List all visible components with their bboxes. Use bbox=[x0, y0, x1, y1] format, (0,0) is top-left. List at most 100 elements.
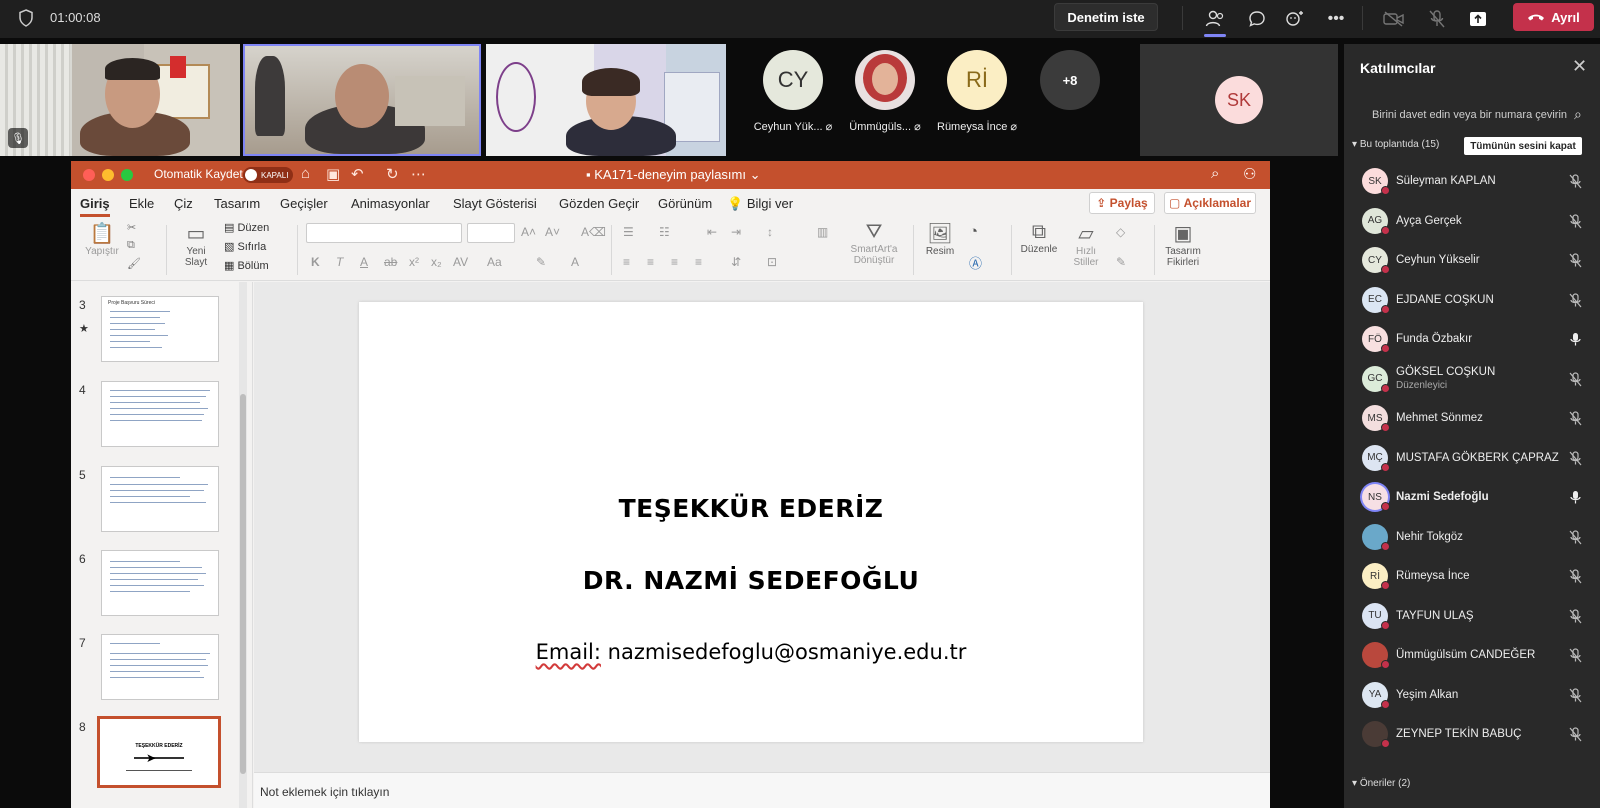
tell-me[interactable]: 💡 Bilgi ver bbox=[727, 196, 793, 212]
tab-draw[interactable]: Çiz bbox=[174, 196, 193, 211]
picture-button[interactable]: 🖼 Resim bbox=[920, 221, 960, 257]
layout-button[interactable]: ▤ Düzen bbox=[224, 221, 269, 234]
undo-icon[interactable]: ↶ bbox=[351, 165, 364, 183]
numbering-icon[interactable]: ☷ bbox=[659, 225, 670, 239]
mic-off-icon[interactable] bbox=[1569, 213, 1582, 232]
mute-all-button[interactable]: Tümünün sesini kapat bbox=[1464, 137, 1582, 155]
participant-row[interactable]: Rİ Rümeysa İnce bbox=[1344, 557, 1600, 597]
participant-row[interactable]: ZEYNEP TEKİN BABUÇ bbox=[1344, 715, 1600, 755]
italic-icon[interactable]: T bbox=[336, 255, 343, 269]
slide-thumbnail[interactable]: 7 bbox=[71, 634, 253, 704]
line-spacing-icon[interactable]: ↕ bbox=[767, 225, 773, 239]
superscript-icon[interactable]: x² bbox=[409, 255, 419, 269]
participant-row[interactable]: AG Ayça Gerçek bbox=[1344, 202, 1600, 242]
request-control-button[interactable]: Denetim iste bbox=[1054, 3, 1158, 31]
reset-button[interactable]: ▧ Sıfırla bbox=[224, 240, 266, 253]
font-family-select[interactable] bbox=[306, 223, 462, 243]
window-zoom-button[interactable] bbox=[121, 169, 133, 181]
search-icon[interactable]: ⌕ bbox=[1211, 165, 1219, 182]
bullets-icon[interactable]: ☰ bbox=[623, 225, 634, 239]
share-button[interactable]: ⇪ Paylaş bbox=[1089, 192, 1155, 214]
increase-indent-icon[interactable]: ⇥ bbox=[731, 225, 741, 239]
redo-icon[interactable]: ↻ bbox=[386, 165, 399, 183]
current-slide[interactable]: TEŞEKKÜR EDERİZ DR. NAZMİ SEDEFOĞLU Emai… bbox=[359, 302, 1143, 742]
people-icon[interactable] bbox=[1202, 6, 1228, 37]
more-icon[interactable]: ••• bbox=[1323, 6, 1349, 32]
shape-outline-icon[interactable]: ✎ bbox=[1116, 255, 1126, 269]
participant-tile[interactable]: CY Ceyhun Yük... ⌀ bbox=[748, 50, 838, 133]
chat-icon[interactable] bbox=[1244, 6, 1270, 32]
participant-row[interactable]: YA Yeşim Alkan bbox=[1344, 676, 1600, 716]
increase-font-icon[interactable]: A˄ bbox=[521, 225, 536, 239]
quick-styles-button[interactable]: ▱ Hızlı Stiller bbox=[1066, 221, 1106, 268]
tab-slideshow[interactable]: Slayt Gösterisi bbox=[453, 196, 537, 211]
copy-icon[interactable]: ⧉ bbox=[127, 239, 135, 252]
share-icon[interactable] bbox=[1465, 6, 1491, 32]
window-close-button[interactable] bbox=[83, 169, 95, 181]
mic-off-icon[interactable] bbox=[1424, 6, 1450, 32]
video-tile-active-speaker[interactable] bbox=[243, 44, 481, 156]
participant-row[interactable]: MÇ MUSTAFA GÖKBERK ÇAPRAZ bbox=[1344, 439, 1600, 479]
slide-thumbnail[interactable]: 5 bbox=[71, 466, 253, 536]
mic-on-icon[interactable] bbox=[1569, 490, 1582, 508]
mic-off-icon[interactable] bbox=[1569, 450, 1582, 469]
smartart-button[interactable]: ⛛ SmartArt'a Dönüştür bbox=[841, 221, 907, 266]
textbox-icon[interactable]: Ⓐ bbox=[969, 253, 982, 272]
scrollbar-thumb[interactable] bbox=[240, 394, 246, 774]
search-icon[interactable]: ⌕ bbox=[1574, 106, 1582, 123]
new-slide-button[interactable]: ▭ Yeni Slayt bbox=[174, 221, 218, 268]
designer-button[interactable]: ▣ Tasarım Fikirleri bbox=[1159, 221, 1207, 268]
tab-insert[interactable]: Ekle bbox=[129, 196, 154, 211]
mic-off-icon[interactable] bbox=[1569, 411, 1582, 429]
invite-search-input[interactable]: Birini davet edin veya bir numara çeviri… bbox=[1372, 109, 1567, 121]
participant-row[interactable]: SK Süleyman KAPLAN bbox=[1344, 162, 1600, 202]
columns-icon[interactable]: ▥ bbox=[817, 225, 828, 239]
slide-thumbnail[interactable]: 6 bbox=[71, 550, 253, 620]
align-right-icon[interactable]: ≡ bbox=[671, 255, 678, 269]
save-icon[interactable]: ▣ bbox=[326, 165, 340, 183]
tab-design[interactable]: Tasarım bbox=[214, 196, 260, 211]
autosave-toggle[interactable]: KAPALI bbox=[243, 167, 293, 183]
decrease-indent-icon[interactable]: ⇤ bbox=[707, 225, 717, 239]
camera-off-icon[interactable] bbox=[1381, 6, 1407, 32]
participant-row[interactable]: FÖ Funda Özbakır bbox=[1344, 320, 1600, 360]
mic-off-icon[interactable] bbox=[1569, 608, 1582, 627]
more-participants-tile[interactable]: +8 bbox=[1025, 50, 1115, 110]
shape-fill-icon[interactable]: ◇ bbox=[1116, 225, 1125, 239]
participant-row[interactable]: GC GÖKSEL COŞKUN Düzenleyici bbox=[1344, 360, 1600, 400]
decrease-font-icon[interactable]: A˅ bbox=[545, 225, 560, 239]
slide-thumbnail-selected[interactable]: 8 TEŞEKKÜR EDERİZ ➤ bbox=[71, 716, 253, 788]
video-tile[interactable]: 🎙 bbox=[0, 44, 240, 156]
in-meeting-section[interactable]: ▾ Bu toplantıda (15) bbox=[1352, 139, 1439, 150]
mic-off-icon[interactable] bbox=[1569, 569, 1582, 587]
mic-off-icon[interactable] bbox=[1569, 292, 1582, 311]
thumbnail-scrollbar[interactable] bbox=[239, 282, 247, 808]
clear-format-icon[interactable]: A⌫ bbox=[581, 225, 606, 239]
format-painter-icon[interactable]: 🖌 bbox=[127, 257, 141, 270]
close-icon[interactable]: ✕ bbox=[1572, 56, 1587, 77]
tab-home[interactable]: Giriş bbox=[80, 196, 110, 217]
reactions-icon[interactable] bbox=[1283, 6, 1309, 32]
participant-row[interactable]: Nehir Tokgöz bbox=[1344, 518, 1600, 558]
shapes-icon[interactable]: ◔ bbox=[969, 223, 978, 240]
text-direction-icon[interactable]: ⇵ bbox=[731, 255, 741, 269]
mic-on-icon[interactable] bbox=[1569, 332, 1582, 350]
slide-thumbnail[interactable]: 4 bbox=[71, 381, 253, 451]
align-text-icon[interactable]: ⊡ bbox=[767, 255, 777, 269]
comments-button[interactable]: ▢ Açıklamalar bbox=[1164, 192, 1256, 214]
participant-row[interactable]: TU TAYFUN ULAŞ bbox=[1344, 597, 1600, 637]
font-color-icon[interactable]: A bbox=[571, 255, 579, 269]
participant-row[interactable]: CY Ceyhun Yükselir bbox=[1344, 241, 1600, 281]
strikethrough-icon[interactable]: ab bbox=[384, 255, 397, 269]
mic-off-icon[interactable] bbox=[1569, 529, 1582, 548]
change-case-icon[interactable]: Aa bbox=[487, 255, 502, 269]
participant-row[interactable]: NS Nazmi Sedefoğlu bbox=[1344, 478, 1600, 518]
highlight-icon[interactable]: ✎ bbox=[536, 255, 546, 269]
align-center-icon[interactable]: ≡ bbox=[647, 255, 654, 269]
participant-row[interactable]: MS Mehmet Sönmez bbox=[1344, 399, 1600, 439]
home-icon[interactable]: ⌂ bbox=[301, 165, 310, 182]
cut-icon[interactable]: ✂ bbox=[127, 221, 136, 234]
tab-animations[interactable]: Animasyonlar bbox=[351, 196, 430, 211]
mic-off-icon[interactable] bbox=[1569, 253, 1582, 271]
align-left-icon[interactable]: ≡ bbox=[623, 255, 630, 269]
